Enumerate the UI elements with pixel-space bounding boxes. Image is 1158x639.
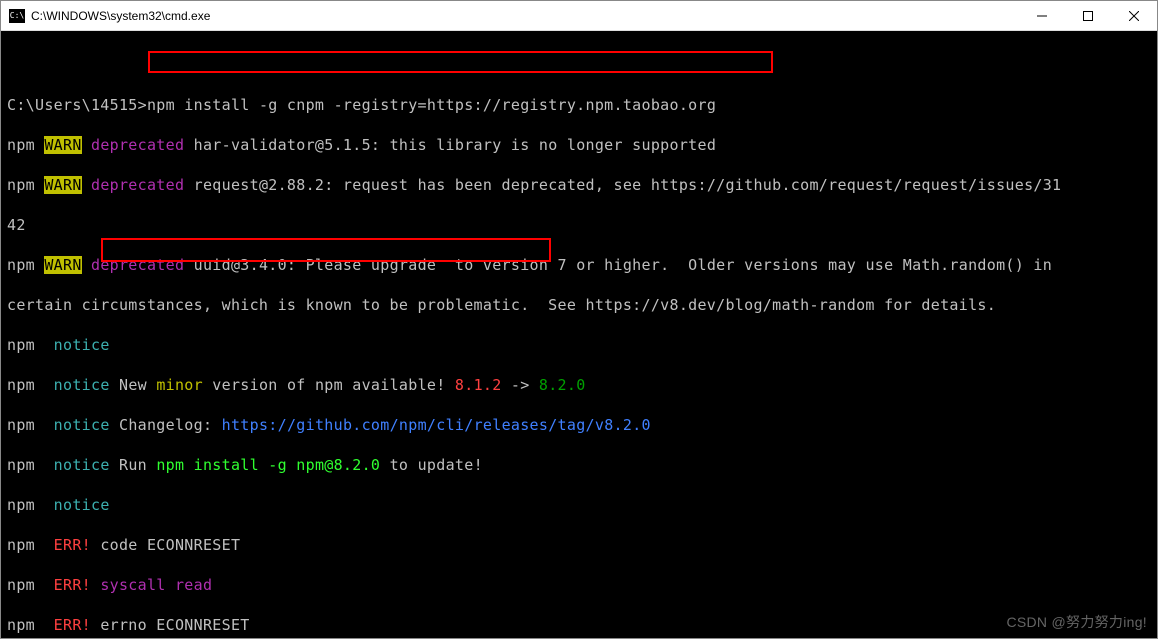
terminal-line: npm WARN deprecated uuid@3.4.0: Please u… xyxy=(7,255,1157,275)
watermark-text: CSDN @努力努力ing! xyxy=(1006,612,1147,632)
terminal-line: certain circumstances, which is known to… xyxy=(7,295,1157,315)
terminal-output[interactable]: C:\Users\14515>npm install -g cnpm -regi… xyxy=(1,31,1157,638)
terminal-line: npm ERR! code ECONNRESET xyxy=(7,535,1157,555)
prompt-line: C:\Users\14515>npm install -g cnpm -regi… xyxy=(7,95,1157,115)
close-button[interactable] xyxy=(1111,1,1157,30)
cmd-icon: C:\ xyxy=(9,9,25,23)
terminal-line: npm notice Changelog: https://github.com… xyxy=(7,415,1157,435)
terminal-line: npm notice xyxy=(7,335,1157,355)
titlebar[interactable]: C:\ C:\WINDOWS\system32\cmd.exe xyxy=(1,1,1157,31)
terminal-line: npm notice New minor version of npm avai… xyxy=(7,375,1157,395)
maximize-button[interactable] xyxy=(1065,1,1111,30)
terminal-line: 42 xyxy=(7,215,1157,235)
terminal-line: npm notice Run npm install -g npm@8.2.0 … xyxy=(7,455,1157,475)
terminal-line: npm notice xyxy=(7,495,1157,515)
cmd-window: C:\ C:\WINDOWS\system32\cmd.exe C:\Users… xyxy=(0,0,1158,639)
terminal-line: npm ERR! errno ECONNRESET xyxy=(7,615,1157,635)
terminal-line xyxy=(7,55,1157,75)
window-title: C:\WINDOWS\system32\cmd.exe xyxy=(31,9,1019,23)
terminal-line: npm ERR! syscall read xyxy=(7,575,1157,595)
window-controls xyxy=(1019,1,1157,30)
terminal-line: npm WARN deprecated request@2.88.2: requ… xyxy=(7,175,1157,195)
terminal-line: npm WARN deprecated har-validator@5.1.5:… xyxy=(7,135,1157,155)
minimize-button[interactable] xyxy=(1019,1,1065,30)
